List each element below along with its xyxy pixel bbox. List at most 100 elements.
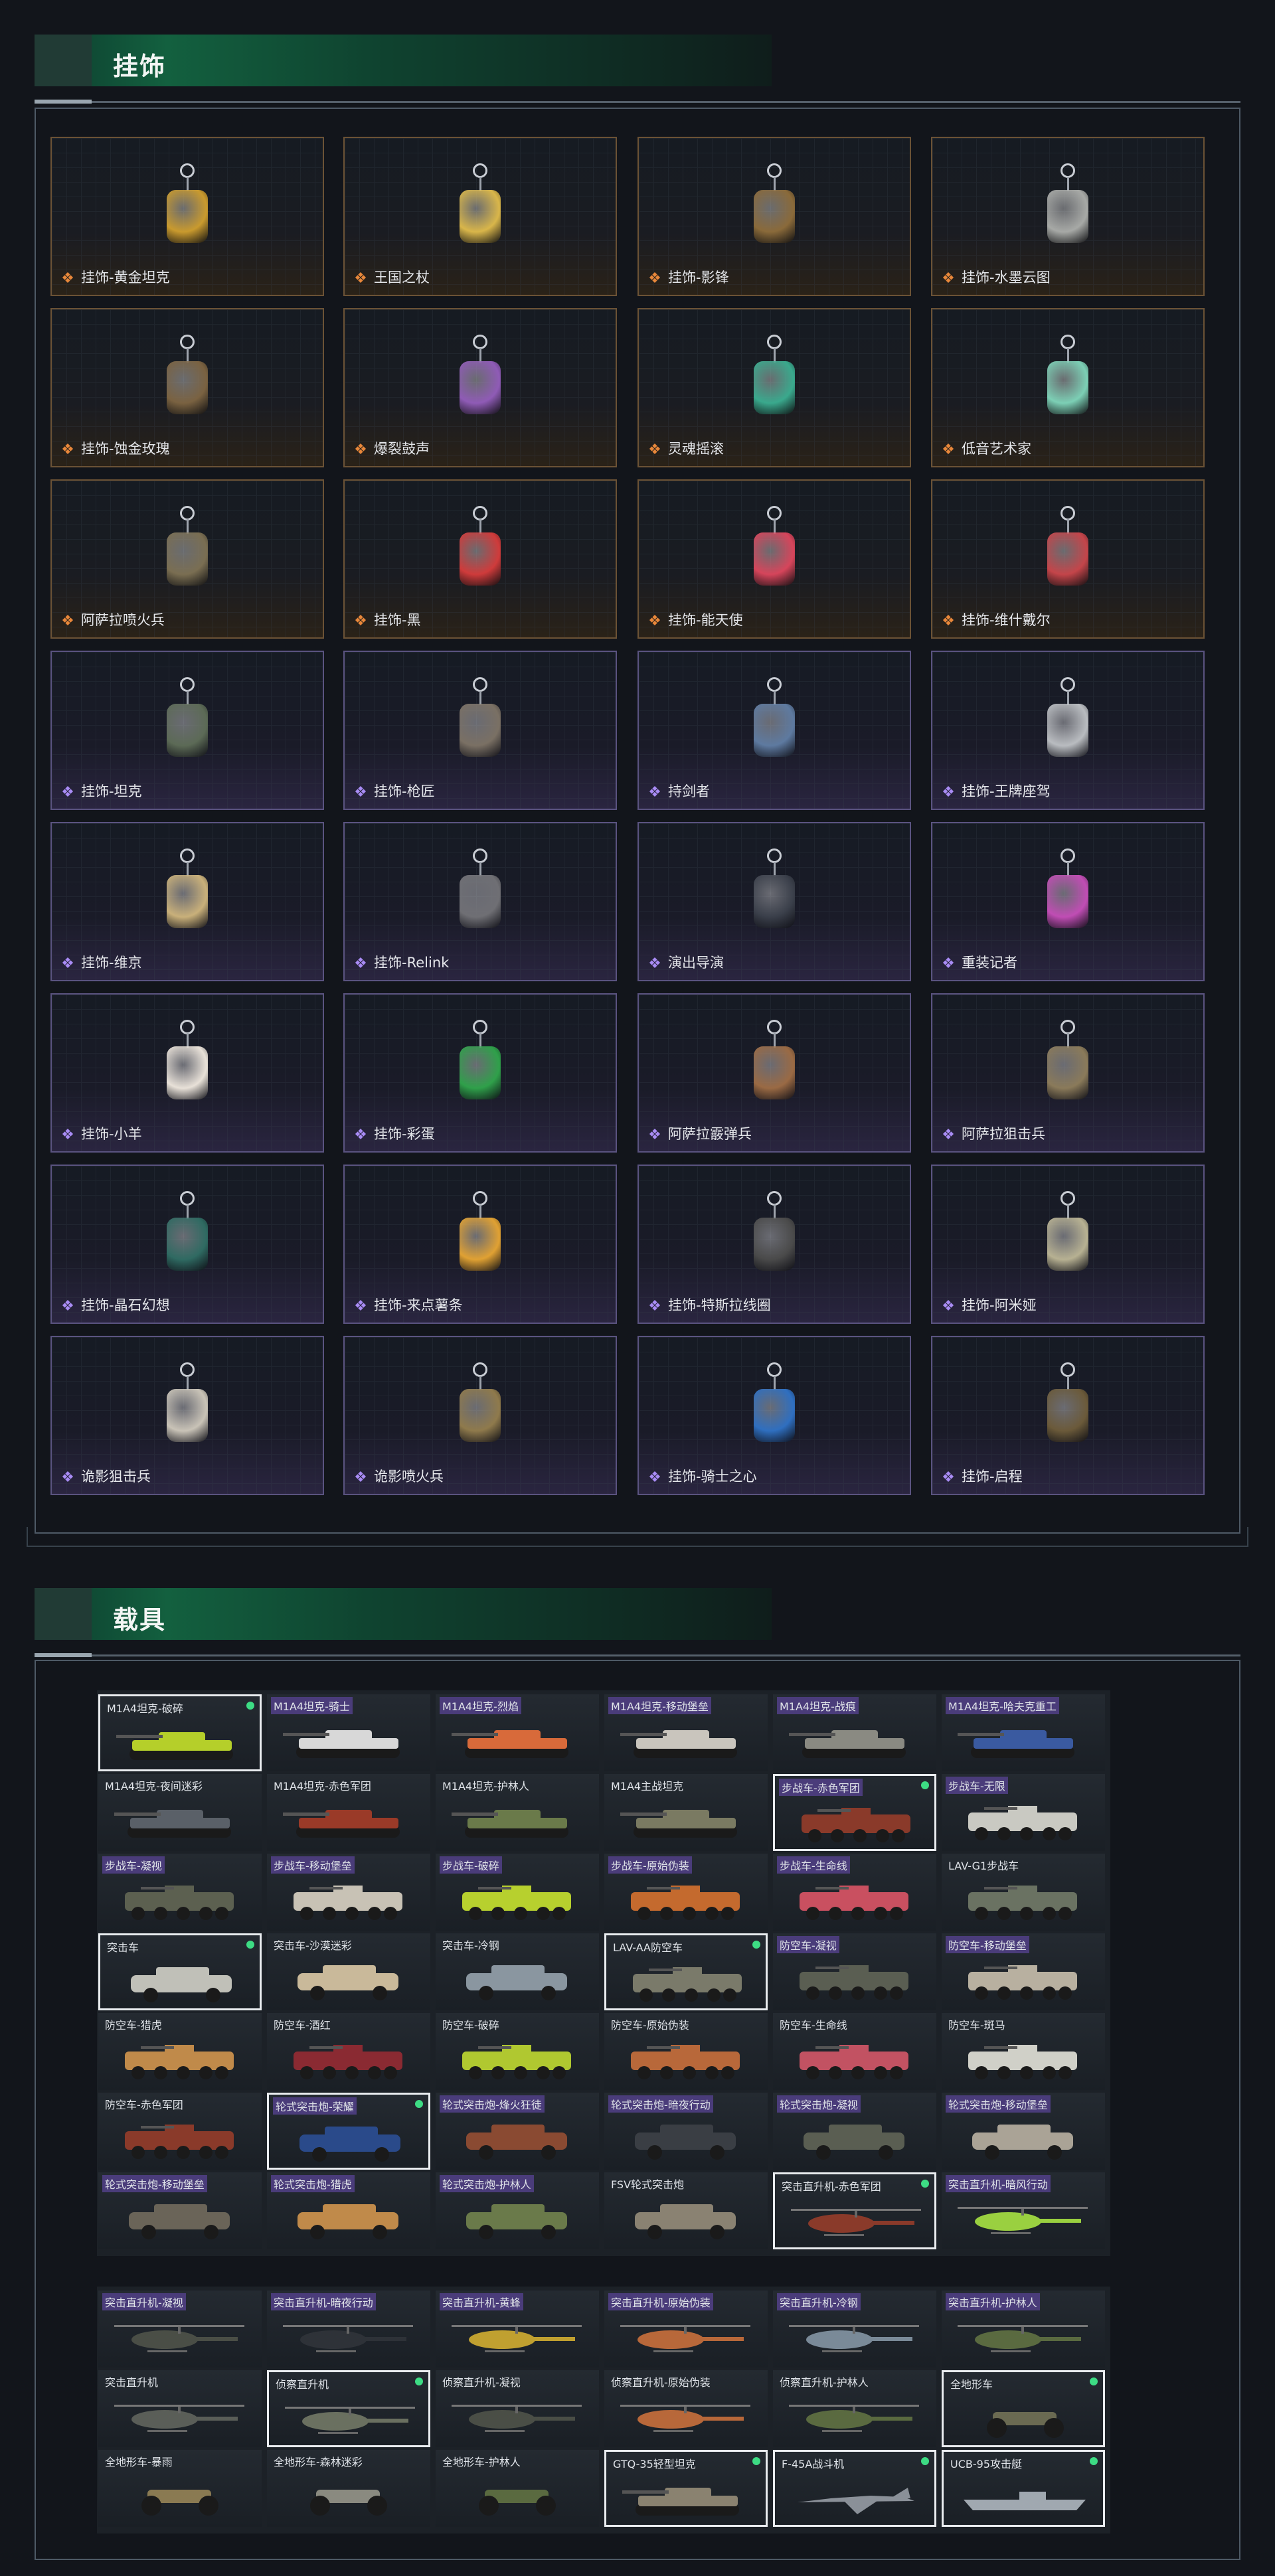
vehicle-tile[interactable]: 突击车: [98, 1933, 262, 2010]
vehicle-tile[interactable]: 轮式突击炮-暗夜行动: [604, 2093, 768, 2170]
vehicle-tile[interactable]: 步战车-凝视: [98, 1854, 262, 1931]
vehicle-tile[interactable]: 步战车-生命线: [773, 1854, 936, 1931]
pendant-label: 低音艺术家: [962, 441, 1031, 457]
pendant-card[interactable]: ❖ 挂饰-黄金坦克: [50, 137, 324, 296]
vehicle-tile[interactable]: 侦察直升机-凝视: [436, 2370, 599, 2447]
pendant-card[interactable]: ❖ 挂饰-阿米娅: [931, 1165, 1205, 1324]
vehicle-tile[interactable]: M1A4主战坦克: [604, 1774, 768, 1851]
vehicle-tile[interactable]: 步战车-移动堡垒: [267, 1854, 430, 1931]
pendant-card[interactable]: ❖ 灵魂摇滚: [638, 308, 911, 467]
vehicle-tile[interactable]: FSV轮式突击炮: [604, 2172, 768, 2249]
pendant-card[interactable]: ❖ 挂饰-维京: [50, 822, 324, 981]
vehicle-tile[interactable]: 轮式突击炮-烽火狂徒: [436, 2093, 599, 2170]
vehicle-tile[interactable]: F-45A战斗机: [773, 2450, 936, 2527]
pendant-card[interactable]: ❖ 重装记者: [931, 822, 1205, 981]
vehicle-tile[interactable]: 突击直升机-护林人: [942, 2291, 1105, 2368]
pendant-card[interactable]: ❖ 阿萨拉狙击兵: [931, 993, 1205, 1153]
pendant-card[interactable]: ❖ 挂饰-蚀金玫瑰: [50, 308, 324, 467]
pendant-card[interactable]: ❖ 挂饰-坦克: [50, 651, 324, 810]
pendant-card[interactable]: ❖ 挂饰-维什戴尔: [931, 479, 1205, 639]
pendant-card[interactable]: ❖ 挂饰-水墨云图: [931, 137, 1205, 296]
pendant-chain: [1067, 862, 1069, 876]
vehicle-tile[interactable]: 侦察直升机-护林人: [773, 2370, 936, 2447]
vehicle-tile[interactable]: 侦察直升机-原始伪装: [604, 2370, 768, 2447]
vehicle-tile[interactable]: LAV-G1步战车: [942, 1854, 1105, 1931]
vehicle-tile[interactable]: 全地形车-护林人: [436, 2450, 599, 2527]
pendant-card[interactable]: ❖ 挂饰-骑士之心: [638, 1336, 911, 1495]
pendant-card[interactable]: ❖ 爆裂鼓声: [343, 308, 617, 467]
pendant-card[interactable]: ❖ 挂饰-Relink: [343, 822, 617, 981]
pendant-card[interactable]: ❖ 诡影喷火兵: [343, 1336, 617, 1495]
pendant-card[interactable]: ❖ 挂饰-启程: [931, 1336, 1205, 1495]
vehicle-tile[interactable]: M1A4坦克-骑士: [267, 1694, 430, 1771]
vehicle-tile[interactable]: 突击直升机-凝视: [98, 2291, 262, 2368]
vehicle-tile[interactable]: 防空车-猎虎: [98, 2013, 262, 2090]
equipped-status-dot: [1090, 2377, 1098, 2385]
vehicle-tile[interactable]: 防空车-破碎: [436, 2013, 599, 2090]
pendant-card[interactable]: ❖ 挂饰-黑: [343, 479, 617, 639]
vehicle-tile[interactable]: 轮式突击炮-护林人: [436, 2172, 599, 2249]
pendant-card[interactable]: ❖ 挂饰-枪匠: [343, 651, 617, 810]
vehicle-tile[interactable]: M1A4坦克-移动堡垒: [604, 1694, 768, 1771]
vehicle-tile[interactable]: 步战车-赤色军团: [773, 1774, 936, 1851]
vehicle-tile[interactable]: M1A4坦克-哈夫克重工: [942, 1694, 1105, 1771]
vehicle-tile[interactable]: M1A4坦克-战痕: [773, 1694, 936, 1771]
vehicle-tile[interactable]: 轮式突击炮-荣耀: [267, 2093, 430, 2170]
vehicle-tile[interactable]: LAV-AA防空车: [604, 1933, 768, 2010]
vehicle-label: 侦察直升机-护林人: [780, 2376, 869, 2389]
vehicle-tile[interactable]: 步战车-无限: [942, 1774, 1105, 1851]
pendant-card[interactable]: ❖ 挂饰-小羊: [50, 993, 324, 1153]
vehicle-tile[interactable]: 突击直升机-暗风行动: [942, 2172, 1105, 2249]
pendant-card[interactable]: ❖ 演出导演: [638, 822, 911, 981]
vehicle-tile[interactable]: 突击车-冷钢: [436, 1933, 599, 2010]
vehicle-tile[interactable]: 突击直升机-黄蜂: [436, 2291, 599, 2368]
vehicle-tile[interactable]: M1A4坦克-赤色军团: [267, 1774, 430, 1851]
vehicle-tile[interactable]: 全地形车-暴雨: [98, 2450, 262, 2527]
vehicle-tile[interactable]: 防空车-斑马: [942, 2013, 1105, 2090]
pendant-card[interactable]: ❖ 挂饰-晶石幻想: [50, 1165, 324, 1324]
pendant-card[interactable]: ❖ 挂饰-来点薯条: [343, 1165, 617, 1324]
vehicle-tile[interactable]: 侦察直升机: [267, 2370, 430, 2447]
vehicle-tile[interactable]: 防空车-凝视: [773, 1933, 936, 2010]
vehicle-tile[interactable]: 突击直升机: [98, 2370, 262, 2447]
vehicle-tile[interactable]: 突击直升机-原始伪装: [604, 2291, 768, 2368]
vehicle-tile[interactable]: 轮式突击炮-凝视: [773, 2093, 936, 2170]
rarity-diamond-icon: ❖: [61, 442, 74, 458]
vehicle-tile[interactable]: 全地形车-森林迷彩: [267, 2450, 430, 2527]
vehicle-label: M1A4坦克-哈夫克重工: [946, 1697, 1059, 1714]
vehicle-tile[interactable]: GTQ-35轻型坦克: [604, 2450, 768, 2527]
pendant-card[interactable]: ❖ 阿萨拉霰弹兵: [638, 993, 911, 1153]
vehicle-image: [283, 2042, 413, 2081]
pendant-card[interactable]: ❖ 持剑者: [638, 651, 911, 810]
vehicle-tile[interactable]: 突击直升机-暗夜行动: [267, 2291, 430, 2368]
vehicle-tile[interactable]: M1A4坦克-破碎: [98, 1694, 262, 1771]
vehicle-tile[interactable]: 突击直升机-冷钢: [773, 2291, 936, 2368]
vehicle-tile[interactable]: UCB-95攻击艇: [942, 2450, 1105, 2527]
pendant-card[interactable]: ❖ 挂饰-能天使: [638, 479, 911, 639]
vehicle-tile[interactable]: M1A4坦克-夜间迷彩: [98, 1774, 262, 1851]
pendant-card[interactable]: ❖ 挂饰-影锋: [638, 137, 911, 296]
pendant-card[interactable]: ❖ 阿萨拉喷火兵: [50, 479, 324, 639]
pendant-card[interactable]: ❖ 挂饰-特斯拉线圈: [638, 1165, 911, 1324]
vehicle-tile[interactable]: 轮式突击炮-移动堡垒: [98, 2172, 262, 2249]
vehicle-tile[interactable]: 防空车-赤色军团: [98, 2093, 262, 2170]
pendant-card[interactable]: ❖ 挂饰-彩蛋: [343, 993, 617, 1153]
vehicle-tile[interactable]: M1A4坦克-烈焰: [436, 1694, 599, 1771]
vehicle-tile[interactable]: 防空车-原始伪装: [604, 2013, 768, 2090]
pendant-card[interactable]: ❖ 低音艺术家: [931, 308, 1205, 467]
pendant-card[interactable]: ❖ 挂饰-王牌座驾: [931, 651, 1205, 810]
vehicle-tile[interactable]: 防空车-移动堡垒: [942, 1933, 1105, 2010]
vehicle-tile[interactable]: 防空车-生命线: [773, 2013, 936, 2090]
vehicle-tile[interactable]: 轮式突击炮-移动堡垒: [942, 2093, 1105, 2170]
vehicle-tile[interactable]: 步战车-破碎: [436, 1854, 599, 1931]
vehicle-tile[interactable]: 突击直升机-赤色军团: [773, 2172, 936, 2249]
vehicle-tile[interactable]: M1A4坦克-护林人: [436, 1774, 599, 1851]
vehicle-tile[interactable]: 突击车-沙漠迷彩: [267, 1933, 430, 2010]
pendant-card[interactable]: ❖ 诡影狙击兵: [50, 1336, 324, 1495]
vehicle-tile[interactable]: 全地形车: [942, 2370, 1105, 2447]
pendant-card[interactable]: ❖ 王国之杖: [343, 137, 617, 296]
vehicle-label: 轮式突击炮-移动堡垒: [102, 2175, 207, 2192]
vehicle-tile[interactable]: 步战车-原始伪装: [604, 1854, 768, 1931]
vehicle-tile[interactable]: 防空车-酒红: [267, 2013, 430, 2090]
vehicle-tile[interactable]: 轮式突击炮-猎虎: [267, 2172, 430, 2249]
